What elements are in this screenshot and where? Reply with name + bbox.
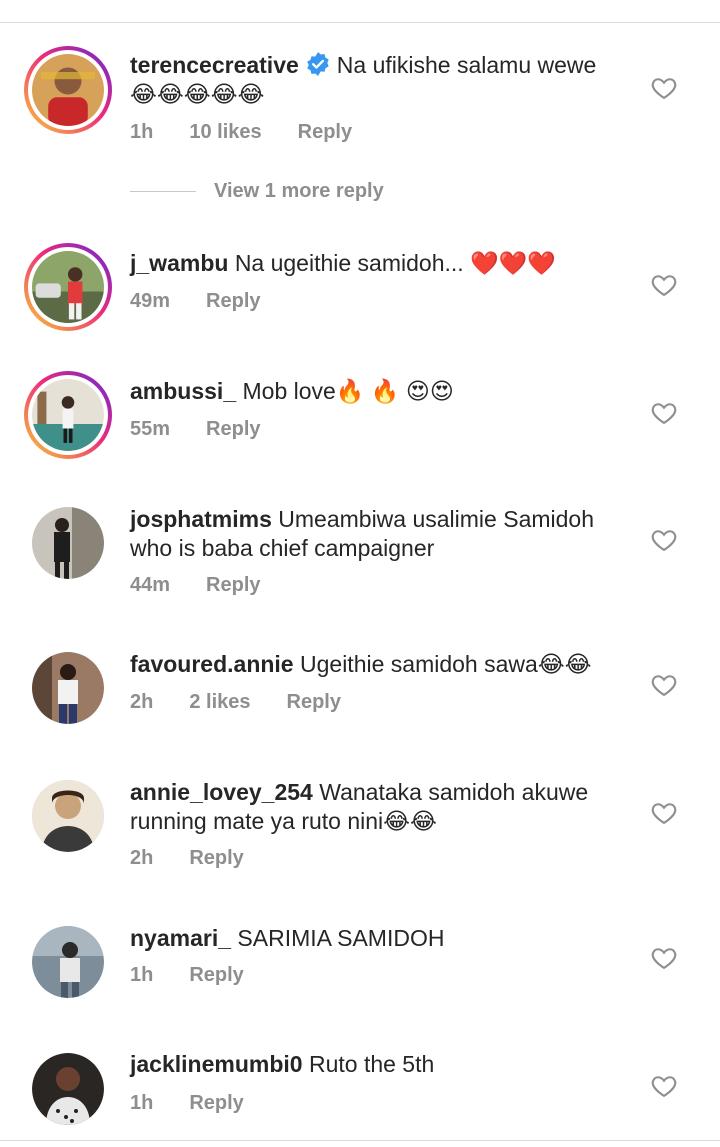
comment-username[interactable]: nyamari_ — [130, 925, 231, 951]
reply-button[interactable]: Reply — [206, 290, 260, 312]
comment-time: 49m — [130, 290, 171, 312]
comment-time: 1h — [130, 1092, 154, 1114]
avatar[interactable] — [24, 46, 112, 134]
comment-username[interactable]: favoured.annie — [130, 651, 294, 677]
reply-button[interactable]: Reply — [206, 418, 260, 440]
comment-emojis: 😂😂 — [383, 808, 437, 834]
comment-time: 1h — [130, 964, 154, 986]
comment-time: 2h — [130, 847, 154, 869]
avatar[interactable] — [24, 371, 112, 459]
reply-button[interactable]: Reply — [189, 1092, 243, 1114]
avatar[interactable] — [32, 1053, 104, 1125]
comment-text: SARIMIA SAMIDOH — [237, 925, 445, 951]
comment-username[interactable]: josphatmims — [130, 506, 272, 532]
comment-username[interactable]: annie_lovey_254 — [130, 779, 313, 805]
comment-time: 55m — [130, 418, 171, 440]
reply-button[interactable]: Reply — [287, 691, 341, 713]
comment-likes[interactable]: 10 likes — [189, 121, 261, 143]
avatar[interactable] — [32, 780, 104, 852]
comment-username[interactable]: ambussi_ — [130, 378, 236, 404]
like-heart-icon[interactable] — [650, 1072, 678, 1100]
comment-emojis: 🔥 🔥 😍😍 — [335, 378, 454, 404]
view-more-replies[interactable]: View 1 more reply — [130, 180, 384, 203]
like-heart-icon[interactable] — [650, 526, 678, 554]
comment-text: Na ufikishe salamu wewe — [336, 52, 597, 78]
comment-text: Na ugeithie samidoh... — [234, 250, 464, 276]
reply-button[interactable]: Reply — [189, 964, 243, 986]
comment-emojis: 😂😂😂😂😂 — [130, 81, 265, 107]
avatar[interactable] — [32, 926, 104, 998]
comment-likes[interactable]: 2 likes — [189, 691, 250, 713]
comment-username[interactable]: terencecreative — [130, 52, 299, 78]
avatar[interactable] — [24, 243, 112, 331]
comment-emojis: ❤️❤️❤️ — [470, 250, 556, 276]
like-heart-icon[interactable] — [650, 671, 678, 699]
bottom-divider — [0, 1140, 720, 1141]
comment-text: Ugeithie samidoh sawa — [300, 651, 538, 677]
comment-text: Ruto the 5th — [308, 1051, 435, 1077]
comments-page: terencecreative Na ufikishe salamu wewe 😂😂… — [0, 0, 720, 1147]
verified-badge-icon — [307, 52, 329, 76]
like-heart-icon[interactable] — [650, 271, 678, 299]
comment-text: Mob love — [242, 378, 336, 404]
reply-button[interactable]: Reply — [189, 847, 243, 869]
comment-time: 1h — [130, 121, 154, 143]
like-heart-icon[interactable] — [650, 74, 678, 102]
comment-username[interactable]: jacklinemumbi0 — [130, 1051, 303, 1077]
avatar[interactable] — [32, 507, 104, 579]
comment-time: 2h — [130, 691, 154, 713]
avatar[interactable] — [32, 652, 104, 724]
top-divider — [0, 22, 720, 23]
like-heart-icon[interactable] — [650, 799, 678, 827]
reply-thread-line — [130, 191, 196, 192]
like-heart-icon[interactable] — [650, 944, 678, 972]
reply-button[interactable]: Reply — [206, 574, 260, 596]
reply-button[interactable]: Reply — [298, 121, 352, 143]
comment-time: 44m — [130, 574, 171, 596]
comment-emojis: 😂😂 — [537, 651, 592, 677]
like-heart-icon[interactable] — [650, 399, 678, 427]
comment-username[interactable]: j_wambu — [130, 250, 228, 276]
